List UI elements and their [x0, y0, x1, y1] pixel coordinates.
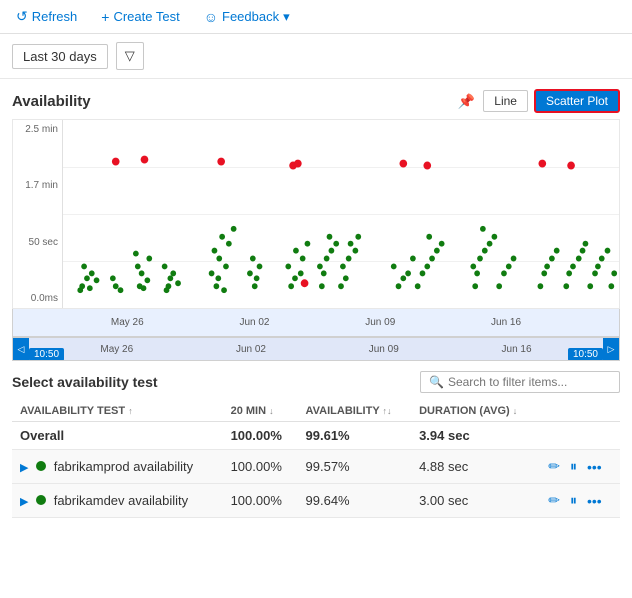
scatter-view-button[interactable]: Scatter Plot	[534, 89, 620, 113]
overall-name: Overall	[12, 422, 223, 450]
feedback-label: Feedback	[222, 9, 279, 24]
plot-area	[63, 120, 619, 308]
scrubber-label-2: Jun 02	[236, 344, 266, 355]
search-icon: 🔍	[429, 375, 444, 389]
chart-controls: 📌 Line Scatter Plot	[456, 89, 620, 113]
scrubber-label-4: Jun 16	[502, 344, 532, 355]
overall-duration: 3.94 sec	[411, 422, 538, 450]
row1-duration: 4.88 sec	[411, 450, 538, 484]
expand-icon-2[interactable]: ▶	[20, 496, 28, 508]
time-bubble-left: 10:50	[29, 348, 64, 361]
overall-actions	[538, 422, 620, 450]
y-label-bottom: 0.0ms	[15, 293, 58, 304]
timeline-label-4: Jun 16	[491, 317, 521, 328]
scrubber-bar[interactable]: ◁ May 26 Jun 02 Jun 09 Jun 16 10:50 10:5…	[12, 337, 620, 361]
row1-actions: ✏ ⏸ •••	[538, 450, 620, 484]
sort-icon-name[interactable]: ↑	[128, 406, 133, 416]
timeline-area: May 26 Jun 02 Jun 09 Jun 16	[12, 309, 620, 337]
status-dot-1	[36, 461, 46, 471]
y-label-3: 50 sec	[15, 237, 58, 248]
col-test-name: AVAILABILITY TEST ↑	[12, 401, 223, 422]
status-dot-2	[36, 495, 46, 505]
scrubber-handle-left[interactable]: ◁	[13, 337, 29, 361]
row1-availability: 99.57%	[298, 450, 412, 484]
pause-button-2[interactable]: ⏸	[568, 490, 579, 511]
table-section: Select availability test 🔍 AVAILABILITY …	[0, 361, 632, 518]
refresh-button[interactable]: ↺ Refresh	[12, 6, 81, 27]
row1-name: ▶ fabrikamprod availability	[12, 450, 223, 484]
refresh-icon: ↺	[16, 8, 28, 25]
plus-icon: +	[101, 9, 109, 25]
smiley-icon: ☺	[204, 9, 218, 25]
y-axis: 2.5 min 1.7 min 50 sec 0.0ms	[13, 120, 63, 308]
overall-availability: 99.61%	[298, 422, 412, 450]
search-box[interactable]: 🔍	[420, 371, 620, 393]
data-table: AVAILABILITY TEST ↑ 20 MIN ↓ AVAILABILIT…	[12, 401, 620, 518]
expand-icon-1[interactable]: ▶	[20, 462, 28, 474]
create-test-button[interactable]: + Create Test	[97, 7, 183, 27]
create-test-label: Create Test	[113, 9, 179, 24]
more-button-1[interactable]: •••	[585, 457, 604, 477]
pin-button[interactable]: 📌	[456, 91, 477, 112]
toolbar: ↺ Refresh + Create Test ☺ Feedback ▾	[0, 0, 632, 34]
row2-name: ▶ fabrikamdev availability	[12, 484, 223, 518]
scrubber-handle-right[interactable]: ▷	[603, 337, 619, 361]
row2-availability: 99.64%	[298, 484, 412, 518]
y-label-2: 1.7 min	[15, 180, 58, 191]
edit-button-2[interactable]: ✏	[546, 490, 562, 511]
sort-icon-duration[interactable]: ↓	[513, 406, 518, 416]
table-row: ▶ fabrikamprod availability 100.00% 99.5…	[12, 450, 620, 484]
y-label-top: 2.5 min	[15, 124, 58, 135]
timeline-label-3: Jun 09	[365, 317, 395, 328]
sort-icon-20min[interactable]: ↓	[269, 406, 274, 416]
scatter-svg	[63, 120, 619, 308]
table-title: Select availability test	[12, 374, 158, 390]
more-button-2[interactable]: •••	[585, 491, 604, 511]
scatter-plot-container: 2.5 min 1.7 min 50 sec 0.0ms	[12, 119, 620, 309]
col-20min: 20 MIN ↓	[223, 401, 298, 422]
timeline-labels: May 26 Jun 02 Jun 09 Jun 16	[13, 309, 619, 336]
filter-icon: ▽	[125, 48, 135, 64]
time-bubble-right: 10:50	[568, 348, 603, 361]
row2-duration: 3.00 sec	[411, 484, 538, 518]
line-view-button[interactable]: Line	[483, 90, 528, 112]
filter-button[interactable]: ▽	[116, 42, 144, 70]
feedback-dropdown-icon: ▾	[283, 9, 290, 25]
chart-title: Availability	[12, 93, 91, 110]
table-header: AVAILABILITY TEST ↑ 20 MIN ↓ AVAILABILIT…	[12, 401, 620, 422]
col-duration: DURATION (AVG) ↓	[411, 401, 538, 422]
table-row: ▶ fabrikamdev availability 100.00% 99.64…	[12, 484, 620, 518]
table-header-row: Select availability test 🔍	[12, 371, 620, 393]
row1-20min: 100.00%	[223, 450, 298, 484]
row2-20min: 100.00%	[223, 484, 298, 518]
col-availability: AVAILABILITY ↑↓	[298, 401, 412, 422]
col-actions	[538, 401, 620, 422]
edit-button-1[interactable]: ✏	[546, 456, 562, 477]
scrubber-track: May 26 Jun 02 Jun 09 Jun 16 10:50 10:50	[29, 338, 603, 360]
sort-icon-availability[interactable]: ↑↓	[383, 406, 392, 416]
chart-section: Availability 📌 Line Scatter Plot 2.5 min…	[0, 79, 632, 361]
chart-header: Availability 📌 Line Scatter Plot	[12, 89, 620, 113]
search-input[interactable]	[448, 375, 611, 389]
timeline-label-1: May 26	[111, 317, 144, 328]
feedback-button[interactable]: ☺ Feedback ▾	[200, 7, 294, 27]
scrubber-label-3: Jun 09	[369, 344, 399, 355]
date-range-label: Last 30 days	[23, 49, 97, 64]
overall-20min: 100.00%	[223, 422, 298, 450]
filter-bar: Last 30 days ▽	[0, 34, 632, 79]
timeline-label-2: Jun 02	[239, 317, 269, 328]
refresh-label: Refresh	[32, 9, 78, 24]
date-range-button[interactable]: Last 30 days	[12, 44, 108, 69]
overall-row: Overall 100.00% 99.61% 3.94 sec	[12, 422, 620, 450]
scrubber-label-1: May 26	[100, 344, 133, 355]
row2-actions: ✏ ⏸ •••	[538, 484, 620, 518]
pause-button-1[interactable]: ⏸	[568, 456, 579, 477]
